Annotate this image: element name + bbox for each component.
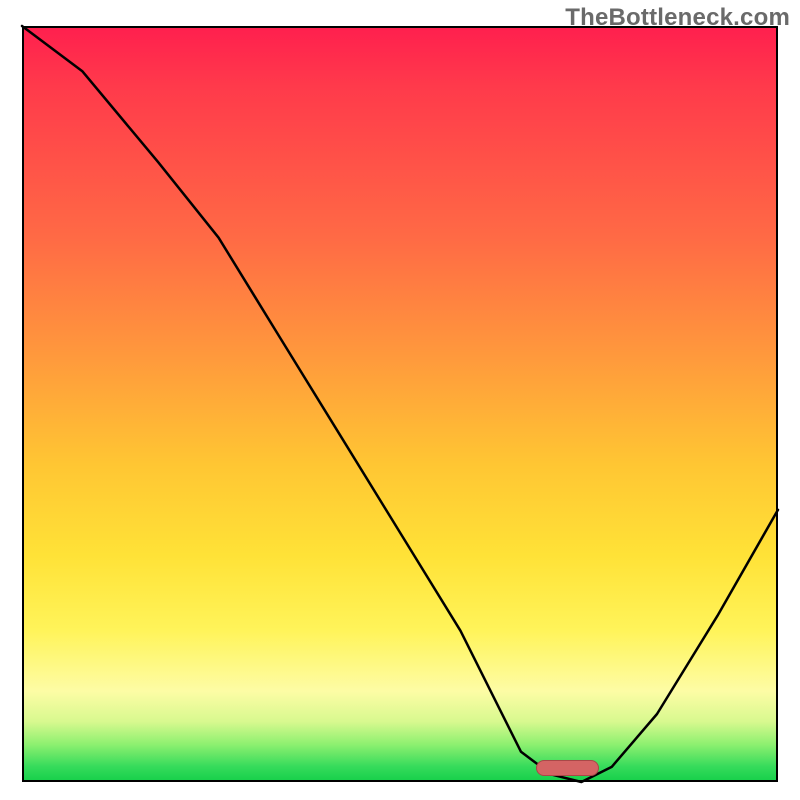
plot-area [22,26,778,782]
optimal-marker [536,760,598,776]
bottleneck-curve [22,26,778,782]
curve-svg [22,26,778,782]
chart-root: TheBottleneck.com [0,0,800,800]
